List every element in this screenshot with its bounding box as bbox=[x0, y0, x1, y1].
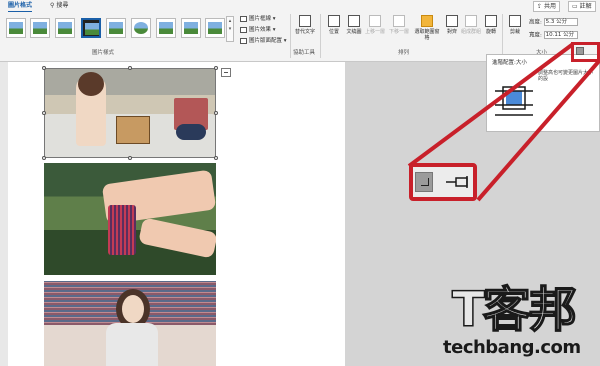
powerpoint-window: { "tabs": { "format": "圖片格式", "search": … bbox=[0, 0, 600, 366]
watermark-url: techbang.com bbox=[443, 337, 581, 358]
watermark-logo: T客邦 bbox=[451, 282, 577, 338]
pin-icon[interactable] bbox=[446, 175, 472, 189]
size-dialog-launcher-icon[interactable] bbox=[576, 47, 584, 55]
dialog-launcher-icon[interactable] bbox=[415, 172, 433, 192]
